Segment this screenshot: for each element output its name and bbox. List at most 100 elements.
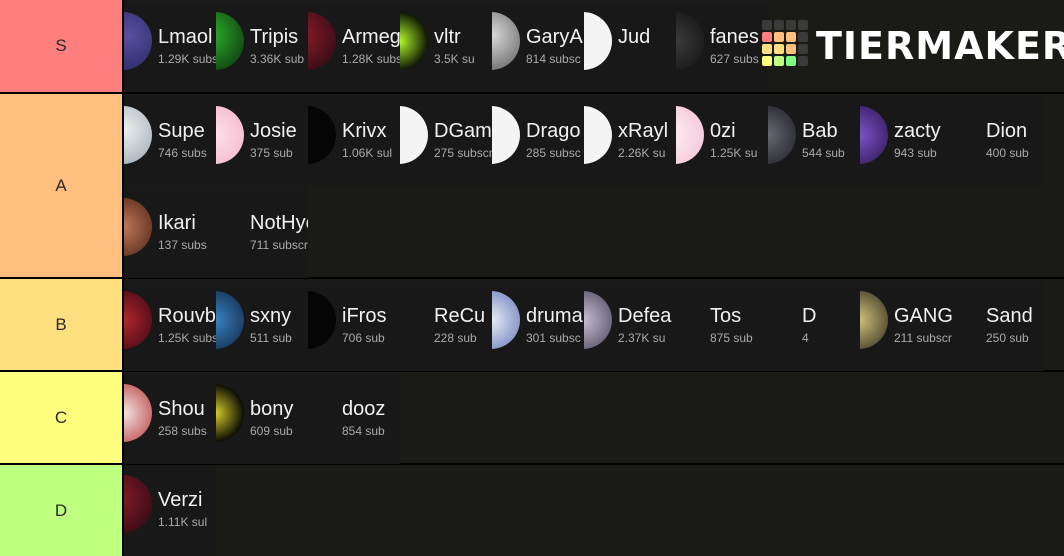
channel-avatar	[676, 12, 704, 70]
logo-grid-cell	[798, 44, 808, 54]
channel-avatar	[768, 106, 796, 164]
logo-grid-cell	[774, 32, 784, 42]
subscriber-count: 875 sub	[710, 331, 753, 345]
tier-item-tile[interactable]: Shou 258 subs	[124, 374, 216, 464]
subscriber-count: 1.29K subs	[158, 52, 216, 66]
tier-item-tile[interactable]: Jud	[584, 2, 676, 92]
tier-item-tile[interactable]: Defea 2.37K su	[584, 281, 676, 371]
channel-avatar	[492, 12, 520, 70]
subscriber-count: 1.25K subs	[158, 331, 216, 345]
tier-item-tile[interactable]: Krivx 1.06K sul	[308, 96, 400, 186]
tier-label[interactable]: A	[0, 94, 124, 277]
tier-items[interactable]: Supe 746 subs Josie 375 sub Krivx 1.06K sul DG…	[124, 94, 1064, 278]
subscriber-count: 943 sub	[894, 146, 937, 160]
channel-name: DGamin	[434, 120, 492, 142]
logo-grid-cell	[774, 44, 784, 54]
tier-item-tile[interactable]: GANGME 211 subscriber	[860, 281, 952, 371]
tier-item-tile[interactable]: Supe 746 subs	[124, 96, 216, 186]
channel-avatar	[308, 106, 336, 164]
tier-item-tile[interactable]: Ikari 137 subs	[124, 188, 216, 278]
channel-avatar	[400, 291, 428, 349]
subscriber-count: 4	[802, 331, 809, 345]
channel-name: NotHyc	[250, 212, 308, 234]
tier-row-b: B Rouvb 1.25K subs sxny 511 sub iFros 706 sub…	[0, 279, 1064, 372]
channel-avatar	[676, 291, 704, 349]
logo-grid-icon	[762, 20, 808, 66]
channel-name: Bab	[802, 120, 838, 142]
tier-items[interactable]: Shou 258 subs bony 609 sub dooz 854 sub	[124, 372, 1064, 464]
channel-name: D	[802, 305, 817, 327]
logo-grid-cell	[798, 32, 808, 42]
tier-item-tile[interactable]: sxny 511 sub	[216, 281, 308, 371]
tier-item-tile[interactable]: vltr 3.5K su	[400, 2, 492, 92]
tier-item-tile[interactable]: Rouvb 1.25K subs	[124, 281, 216, 371]
channel-avatar	[584, 106, 612, 164]
tier-item-tile[interactable]: NotHyc 711 subscril	[216, 188, 308, 278]
channel-name: fanes	[710, 26, 759, 48]
tier-item-tile[interactable]: Sand 250 sub	[952, 281, 1044, 371]
tier-item-tile[interactable]: D4	[768, 281, 860, 371]
channel-avatar	[492, 106, 520, 164]
tier-item-tile[interactable]: Drago 285 subsc	[492, 96, 584, 186]
tier-item-tile[interactable]: 0zi 1.25K su	[676, 96, 768, 186]
channel-name: Krivx	[342, 120, 387, 142]
channel-avatar	[308, 291, 336, 349]
subscriber-count: 285 subsc	[526, 146, 581, 160]
channel-name: Lmaol	[158, 26, 213, 48]
tier-item-tile[interactable]: Tos 875 sub	[676, 281, 768, 371]
subscriber-count: 375 sub	[250, 146, 293, 160]
channel-name: Josie	[250, 120, 297, 142]
subscriber-count: 228 sub	[434, 331, 477, 345]
channel-avatar	[124, 384, 152, 442]
channel-name: Drago	[526, 120, 581, 142]
logo-grid-cell	[798, 56, 808, 66]
tier-label[interactable]: D	[0, 465, 124, 556]
subscriber-count: 854 sub	[342, 424, 385, 438]
channel-name: dooz	[342, 398, 386, 420]
subscriber-count: 627 subs	[710, 52, 759, 66]
subscriber-count: 544 sub	[802, 146, 845, 160]
channel-avatar	[768, 291, 796, 349]
tier-item-tile[interactable]: Armeg 1.28K subs	[308, 2, 400, 92]
tier-item-tile[interactable]: Verzi 1.11K sul	[124, 465, 216, 555]
tier-item-tile[interactable]: dooz 854 sub	[308, 374, 400, 464]
channel-name: Tripis	[250, 26, 299, 48]
tier-label[interactable]: C	[0, 372, 124, 463]
tiermaker-logo: TIERMAKER	[762, 20, 1064, 72]
tier-item-tile[interactable]: druma 301 subsc	[492, 281, 584, 371]
channel-avatar	[400, 106, 428, 164]
tier-label[interactable]: B	[0, 279, 124, 370]
tier-item-tile[interactable]: Bab 544 sub	[768, 96, 860, 186]
subscriber-count: 400 sub	[986, 146, 1029, 160]
subscriber-count: 211 subscriber	[894, 331, 952, 345]
tier-item-tile[interactable]: Lmaol 1.29K subs	[124, 2, 216, 92]
tier-items[interactable]: Verzi 1.11K sul	[124, 465, 1064, 556]
subscriber-count: 1.06K sul	[342, 146, 393, 160]
tier-item-tile[interactable]: Dion 400 sub	[952, 96, 1044, 186]
tier-item-tile[interactable]: GaryA 814 subsc	[492, 2, 584, 92]
logo-grid-cell	[786, 56, 796, 66]
subscriber-count: 609 sub	[250, 424, 293, 438]
channel-name: sxny	[250, 305, 292, 327]
tier-item-tile[interactable]: Josie 375 sub	[216, 96, 308, 186]
tier-item-tile[interactable]: iFros 706 sub	[308, 281, 400, 371]
tier-item-tile[interactable]: fanes 627 subs	[676, 2, 768, 92]
tier-item-tile[interactable]: bony 609 sub	[216, 374, 308, 464]
subscriber-count: 1.28K subs	[342, 52, 400, 66]
channel-name: druma	[526, 305, 583, 327]
tier-item-tile[interactable]: zacty 943 sub	[860, 96, 952, 186]
tier-row-c: C Shou 258 subs bony 609 sub dooz 854 sub	[0, 372, 1064, 465]
tier-label[interactable]: S	[0, 0, 124, 92]
tier-item-tile[interactable]: Tripis 3.36K sub	[216, 2, 308, 92]
logo-grid-cell	[786, 20, 796, 30]
tier-item-tile[interactable]: ReCu 228 sub	[400, 281, 492, 371]
tier-items[interactable]: Rouvb 1.25K subs sxny 511 sub iFros 706 sub Re…	[124, 279, 1064, 371]
subscriber-count: 3.36K sub	[250, 52, 305, 66]
subscriber-count: 275 subscrib	[434, 146, 492, 160]
channel-avatar	[216, 198, 244, 256]
channel-avatar	[124, 291, 152, 349]
channel-avatar	[584, 291, 612, 349]
channel-avatar	[124, 106, 152, 164]
tier-item-tile[interactable]: DGamin 275 subscrib	[400, 96, 492, 186]
tier-item-tile[interactable]: xRayl 2.26K su	[584, 96, 676, 186]
